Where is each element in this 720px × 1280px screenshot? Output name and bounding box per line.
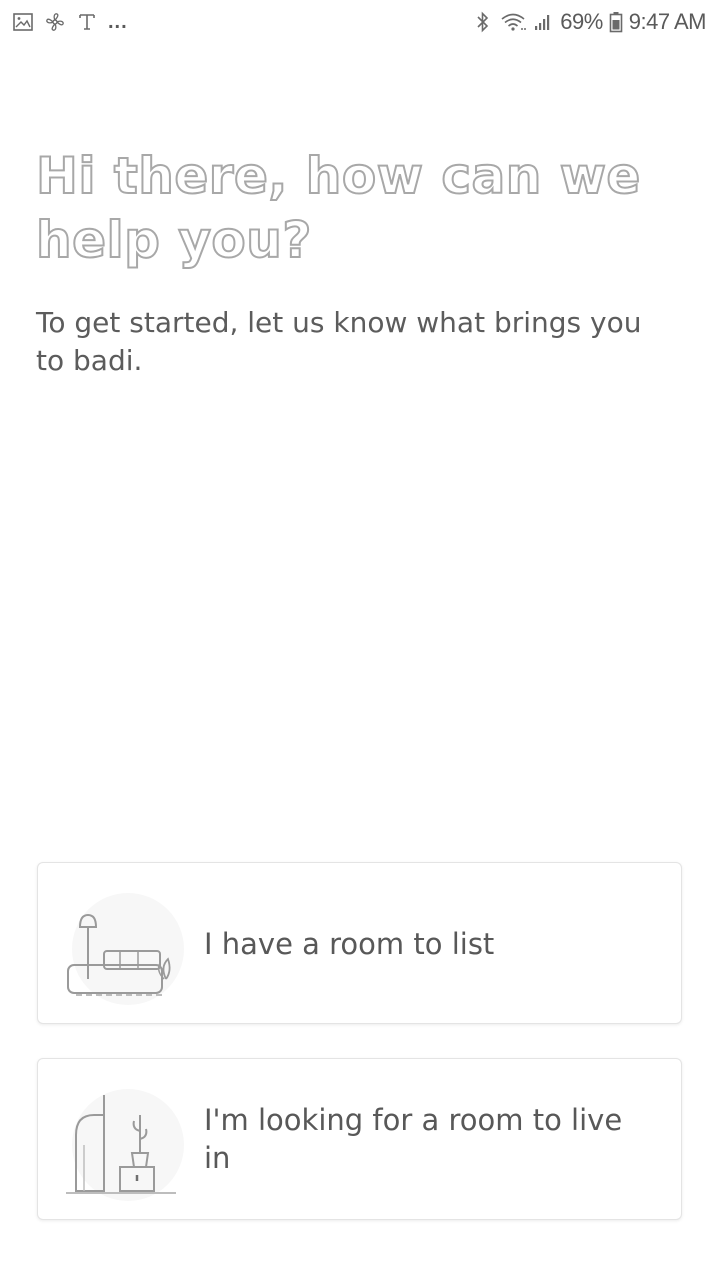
status-bar: ... 69% 9:47 AM (0, 0, 720, 44)
room-listing-illustration (56, 879, 186, 1009)
bluetooth-icon (472, 11, 494, 33)
more-notifications-indicator: ... (108, 11, 128, 33)
battery-percent: 69% (560, 9, 603, 34)
signal-icon (532, 11, 554, 33)
find-room-option-label: I'm looking for a room to live in (204, 1103, 623, 1175)
page-title: Hi there, how can we help you? (35, 146, 641, 270)
page-subtitle: To get started, let us know what brings … (36, 306, 642, 377)
list-room-option-card[interactable]: I have a room to list (37, 862, 682, 1024)
room-seeker-illustration (56, 1075, 186, 1205)
battery-icon (609, 11, 623, 33)
status-left: ... (12, 11, 128, 33)
wifi-icon (500, 11, 527, 33)
t-icon (76, 11, 98, 33)
status-right: 69% 9:47 AM (472, 9, 707, 35)
find-room-option-card[interactable]: I'm looking for a room to live in (37, 1058, 682, 1220)
clock: 9:47 AM (628, 9, 707, 34)
fan-icon (44, 11, 66, 33)
list-room-option-label: I have a room to list (204, 927, 495, 961)
gallery-icon (12, 11, 34, 33)
